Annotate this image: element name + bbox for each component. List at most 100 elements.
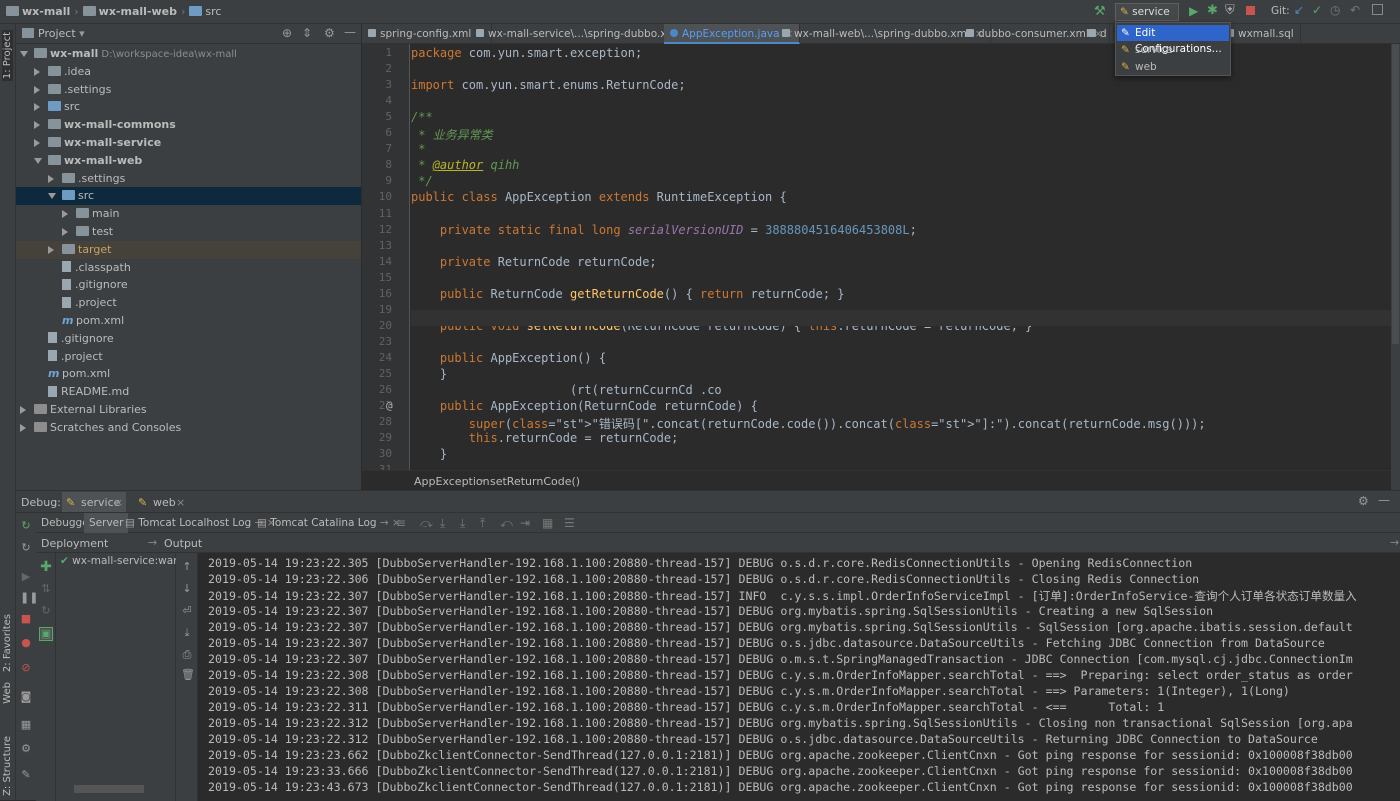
step-over-icon[interactable]: ⤼ (420, 516, 433, 531)
gear-icon[interactable]: ⚙ (324, 26, 335, 40)
locate-icon[interactable]: ⊕ (282, 26, 292, 40)
evaluate-icon[interactable]: ▦ (542, 516, 553, 530)
tree-item[interactable]: .gitignore (16, 276, 361, 294)
stop-icon[interactable] (1246, 6, 1255, 15)
tree-item[interactable]: .classpath (16, 259, 361, 277)
horizontal-scrollbar[interactable] (74, 785, 144, 793)
run-icon[interactable]: ▶ (1189, 4, 1198, 18)
structure-tool-button[interactable]: Z: Structure (2, 736, 13, 796)
up-arrow-icon[interactable]: ↑ (181, 561, 193, 573)
editor-tab[interactable]: d (1082, 24, 1114, 44)
window-icon[interactable] (1372, 4, 1383, 15)
server-icon[interactable]: ▣ (39, 627, 53, 641)
collapse-arrow-icon[interactable] (34, 103, 40, 112)
session-tab-web[interactable]: ✎ web × (134, 492, 190, 512)
favorites-tool-button[interactable]: 2: Favorites (2, 614, 13, 672)
tree-item[interactable]: m pom.xml (16, 365, 361, 383)
config-item-web[interactable]: ✎ web (1117, 59, 1229, 75)
step-out-icon[interactable]: ⤒ (480, 516, 485, 531)
layout-icon[interactable]: ▦ (20, 719, 32, 731)
expand-arrow-icon[interactable] (20, 51, 28, 57)
collapse-arrow-icon[interactable] (34, 67, 40, 76)
tree-item[interactable]: m pom.xml (16, 312, 361, 330)
collapse-arrow-icon[interactable] (20, 406, 26, 414)
collapse-arrow-icon[interactable] (34, 121, 40, 130)
minimize-icon[interactable]: — (344, 25, 356, 39)
collapse-arrow-icon[interactable] (20, 423, 26, 432)
tree-item[interactable]: wx-mall-commons (16, 116, 361, 134)
tree-item[interactable]: wx-mall-web (16, 152, 361, 170)
coverage-icon[interactable]: ⛨ (1225, 3, 1235, 18)
camera-icon[interactable]: ◙ (20, 691, 32, 703)
tree-item[interactable]: External Libraries (16, 401, 361, 419)
editor-tab[interactable]: wx-mall-web\...\spring-dubbo.xml × (776, 24, 991, 44)
console-output[interactable]: 2019-05-14 19:23:22.305 [DubboServerHand… (198, 553, 1400, 801)
tree-item[interactable]: Scratches and Consoles (16, 419, 361, 437)
history-icon[interactable]: ◷ (1330, 3, 1340, 17)
crumb-method[interactable]: setReturnCode() (490, 475, 580, 488)
close-icon[interactable]: × (176, 496, 185, 509)
collapse-arrow-icon[interactable] (48, 245, 54, 254)
pin-arrow-icon[interactable]: → (1390, 536, 1399, 549)
scroll-to-end-icon[interactable]: ⤓ (181, 627, 193, 639)
gear-icon[interactable]: ⚙ (1358, 494, 1369, 508)
minimize-icon[interactable]: — (1378, 493, 1390, 507)
list-icon[interactable]: ≡ (396, 516, 406, 530)
deploy-icon[interactable]: ⇅ (40, 583, 52, 595)
tree-item[interactable]: .gitignore (16, 330, 361, 348)
drop-frame-icon[interactable]: ⤺ (500, 516, 513, 531)
breadcrumb-item-root[interactable]: wx-mall (6, 5, 70, 18)
redeploy-icon[interactable]: ↻ (40, 605, 52, 617)
tree-item[interactable]: src (16, 98, 361, 116)
tree-item[interactable]: .settings (16, 170, 361, 188)
project-view-select[interactable]: Project ▾ (38, 27, 85, 40)
tree-item[interactable]: .settings (16, 81, 361, 99)
collapse-arrow-icon[interactable] (34, 85, 40, 94)
editor-tab[interactable]: wxmall.sql (1220, 24, 1301, 44)
down-arrow-icon[interactable]: ↓ (181, 583, 193, 595)
expand-arrow-icon[interactable] (48, 193, 56, 200)
close-icon[interactable]: × (114, 496, 123, 509)
project-tool-button[interactable]: 1: Project (2, 30, 13, 82)
web-tool-button[interactable]: Web (2, 682, 13, 704)
debug-icon[interactable]: ✱ (1207, 3, 1218, 18)
pin-arrow-icon[interactable]: → (148, 536, 157, 549)
view-breakpoints-icon[interactable]: ● (20, 637, 32, 649)
print-icon[interactable]: ⎙ (181, 649, 193, 661)
tree-item[interactable]: .idea (16, 63, 361, 81)
code-editor[interactable]: package com.yun.smart.exception; import c… (411, 44, 1400, 470)
tree-item[interactable]: .project (16, 294, 361, 312)
crumb-class[interactable]: AppException (414, 475, 490, 488)
tab-tomcat-catalina-log[interactable]: ▤ Tomcat Catalina Log → × (252, 513, 406, 533)
tree-item[interactable]: test (16, 223, 361, 241)
force-step-into-icon[interactable]: ⤓ (460, 516, 465, 531)
update-icon[interactable]: ↻ (20, 542, 32, 554)
tree-item[interactable]: README.md (16, 383, 361, 401)
git-commit-icon[interactable]: ✓ (1312, 3, 1322, 17)
expand-arrow-icon[interactable] (34, 157, 42, 164)
rerun-icon[interactable]: ↻ (20, 520, 32, 532)
add-icon[interactable]: ✚ (40, 560, 52, 574)
tree-item[interactable]: wx-mall-service (16, 134, 361, 152)
stop-icon[interactable]: ■ (20, 613, 32, 625)
gear-icon[interactable]: ⚙ (20, 743, 32, 755)
git-update-icon[interactable]: ↙ (1294, 3, 1304, 17)
pin-icon[interactable]: ✎ (20, 769, 32, 781)
tree-item[interactable]: src (16, 187, 361, 206)
resume-icon[interactable]: ▶ (20, 571, 32, 583)
mute-breakpoints-icon[interactable]: ⊘ (20, 662, 32, 674)
revert-icon[interactable]: ↶ (1350, 3, 1360, 17)
config-item-service[interactable]: ✎ service (1117, 42, 1229, 58)
collapse-arrow-icon[interactable] (34, 139, 40, 147)
step-into-icon[interactable]: ⤓ (440, 516, 445, 531)
run-to-cursor-icon[interactable]: ⇥ (520, 516, 530, 530)
collapse-all-icon[interactable]: ⇕ (302, 26, 312, 40)
tree-item[interactable]: target (16, 240, 361, 259)
breadcrumb-item-module[interactable]: wx-mall-web (82, 5, 177, 18)
build-hammer-icon[interactable]: ⚒ (1094, 4, 1106, 19)
tree-item[interactable]: .project (16, 348, 361, 366)
session-tab-service[interactable]: ✎ service × (62, 492, 126, 512)
artifact-item[interactable]: ✔ wx-mall-service:war (60, 555, 178, 567)
editor-scrollbar[interactable] (1392, 44, 1399, 344)
collapse-arrow-icon[interactable] (48, 174, 54, 183)
